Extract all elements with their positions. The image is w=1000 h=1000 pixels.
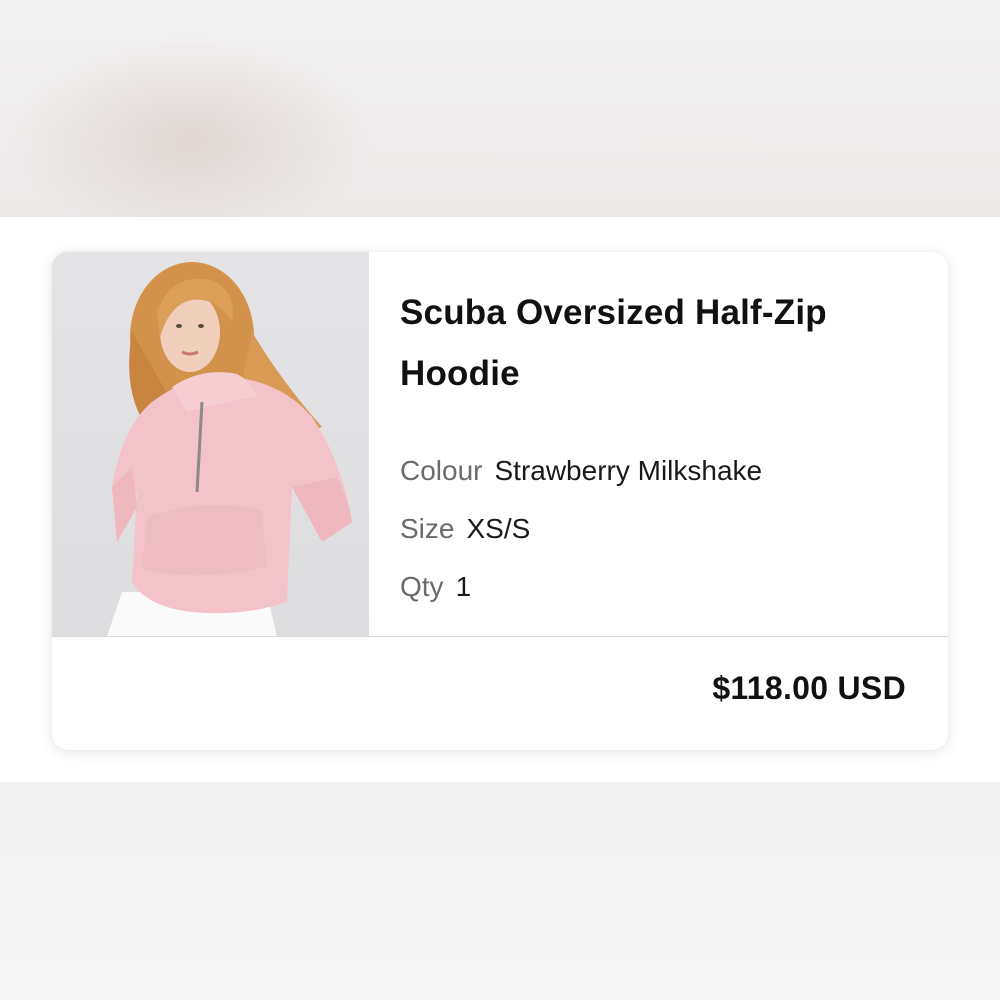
product-attributes: Colour Strawberry Milkshake Size XS/S Qty 1: [400, 442, 920, 616]
page: Scuba Oversized Half-Zip Hoodie Colour St…: [0, 0, 1000, 1000]
attribute-value: Strawberry Milkshake: [494, 455, 763, 486]
attribute-size: Size XS/S: [400, 500, 920, 558]
product-image[interactable]: [52, 252, 369, 636]
attribute-qty: Qty 1: [400, 558, 920, 616]
blurred-background-bottom: [0, 782, 1000, 1000]
item-price: $118.00 USD: [712, 670, 906, 706]
attribute-value: XS/S: [466, 513, 531, 544]
product-details: Scuba Oversized Half-Zip Hoodie Colour St…: [400, 282, 920, 616]
blurred-background-top: [0, 0, 1000, 217]
attribute-value: 1: [455, 571, 472, 602]
cart-item-card[interactable]: Scuba Oversized Half-Zip Hoodie Colour St…: [52, 252, 948, 750]
attribute-label: Qty: [400, 571, 444, 602]
divider: [52, 636, 948, 637]
attribute-label: Colour: [400, 455, 483, 486]
product-photo-illustration: [107, 262, 352, 636]
attribute-label: Size: [400, 513, 455, 544]
product-title[interactable]: Scuba Oversized Half-Zip Hoodie: [400, 282, 860, 404]
attribute-colour: Colour Strawberry Milkshake: [400, 442, 920, 500]
